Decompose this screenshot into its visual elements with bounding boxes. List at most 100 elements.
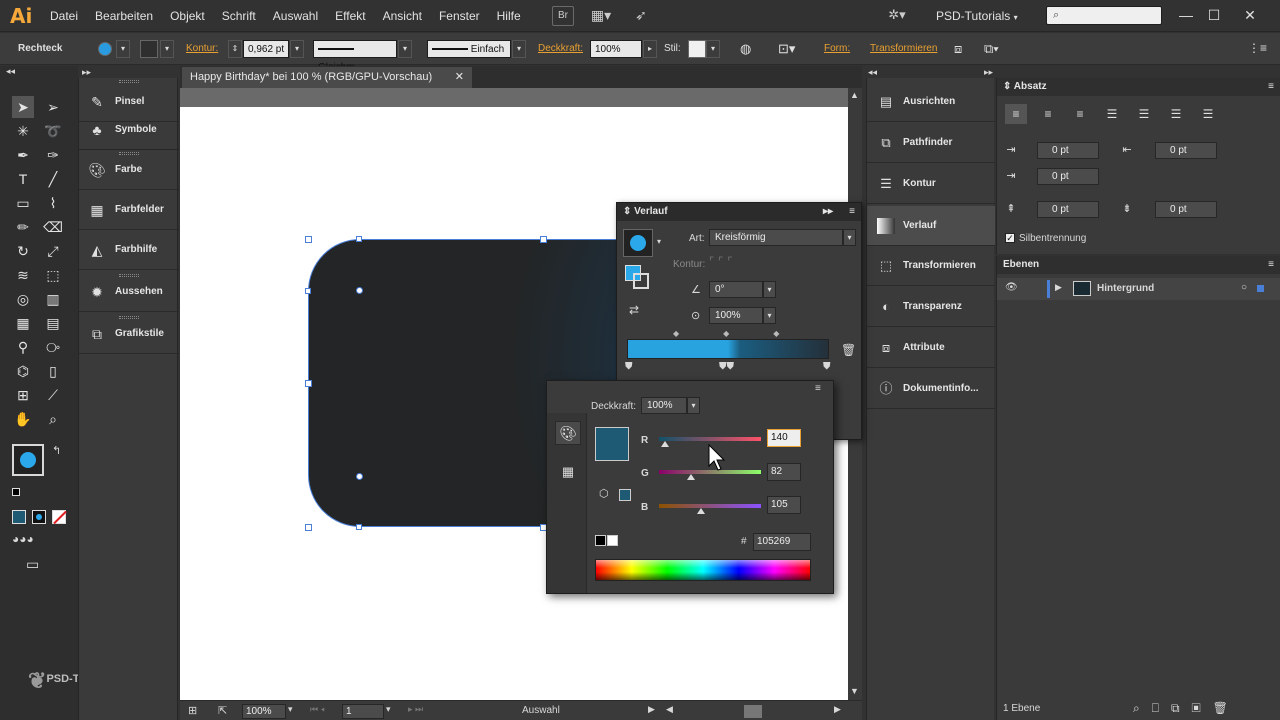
draw-modes-icon[interactable]: ◕◕◕ <box>12 532 34 546</box>
g-field[interactable]: 82 <box>767 463 801 481</box>
corner-widget[interactable] <box>356 287 363 294</box>
bridge-button[interactable]: Br <box>552 6 574 26</box>
none-mode-icon[interactable] <box>52 510 67 525</box>
out-of-gamut-icon[interactable]: ⬡ <box>599 487 609 500</box>
bbox-handle[interactable] <box>305 380 312 387</box>
new-layer-icon[interactable]: ▣ <box>1192 701 1213 715</box>
menu-hilfe[interactable]: Hilfe <box>497 9 521 23</box>
rectangle-tool-icon[interactable]: ▭ <box>12 192 34 214</box>
swap-colors-icon[interactable]: ↰ <box>52 444 61 457</box>
hand-tool-icon[interactable]: ✋ <box>12 408 34 430</box>
close-tab-icon[interactable]: ✕ <box>455 67 464 88</box>
horizontal-scroll-thumb[interactable] <box>744 705 762 718</box>
white-swatch[interactable] <box>607 535 618 546</box>
align-to-icon[interactable]: ⊡▾ <box>778 41 795 57</box>
stroke-dropdown[interactable]: ▾ <box>160 40 174 58</box>
sync-settings-icon[interactable]: ✲▾ <box>886 6 908 26</box>
close-icon[interactable]: ✕ <box>1240 5 1260 25</box>
direct-selection-tool-icon[interactable]: ➢ <box>42 96 64 118</box>
r-slider-thumb[interactable] <box>661 441 669 447</box>
pen-tool-icon[interactable]: ✒ <box>12 144 34 166</box>
rocket-icon[interactable]: ➶ <box>630 6 652 26</box>
column-graph-tool-icon[interactable]: ▯ <box>42 360 64 382</box>
angle-field[interactable]: 0° <box>709 281 763 298</box>
scroll-down-icon[interactable]: ▼ <box>850 686 859 696</box>
status-menu-icon[interactable]: ▶ <box>648 704 655 715</box>
panel-transparenz[interactable]: ◐ Transparenz <box>867 287 995 327</box>
r-slider[interactable] <box>659 437 761 441</box>
first-artboard-icon[interactable]: ⏮ ◂ <box>310 704 325 715</box>
anchor-point[interactable] <box>356 236 362 242</box>
panel-kontur[interactable]: ☰ Kontur <box>867 164 995 204</box>
eyedropper-tool-icon[interactable]: ⚲ <box>12 336 34 358</box>
expand-layer-icon[interactable]: ▶ <box>1055 282 1062 293</box>
collapse-right-dock-icon[interactable]: ◂◂ <box>868 67 877 78</box>
justify-right-icon[interactable]: ☰ <box>1165 104 1187 124</box>
stroke-weight-dropdown[interactable]: ▾ <box>290 40 304 58</box>
panel-symbole[interactable]: ♣ Symbole <box>79 110 179 150</box>
panel-ausrichten[interactable]: ▤ Ausrichten <box>867 82 995 122</box>
panel-menu-icon[interactable]: ≡ <box>849 203 855 221</box>
mesh-tool-icon[interactable]: ▦ <box>12 312 34 334</box>
zoom-field[interactable]: 100% <box>242 704 286 719</box>
panel-dokumentinfo[interactable]: ⓘ Dokumentinfo... <box>867 369 995 409</box>
rotate-tool-icon[interactable]: ↻ <box>12 240 34 262</box>
b-slider[interactable] <box>659 504 761 508</box>
align-center-icon[interactable]: ≡ <box>1037 104 1059 124</box>
indent-left-field[interactable]: 0 pt <box>1037 142 1099 159</box>
maximize-icon[interactable]: ☐ <box>1204 5 1224 25</box>
zoom-tool-icon[interactable]: ⌕ <box>42 408 64 430</box>
panel-attribute[interactable]: ⧈ Attribute <box>867 328 995 368</box>
symbol-sprayer-tool-icon[interactable]: ⌬ <box>12 360 34 382</box>
art-select[interactable]: Kreisförmig <box>709 229 843 246</box>
search-input[interactable]: ⌕ <box>1046 6 1162 25</box>
screen-mode-icon[interactable]: ▭ <box>26 556 39 573</box>
free-transform-tool-icon[interactable]: ⬚ <box>42 264 64 286</box>
verlauf-header[interactable]: ⇕ Verlauf ▸▸ ≡ <box>617 203 861 221</box>
perspective-grid-tool-icon[interactable]: ▥ <box>42 288 64 310</box>
color-mode-icon[interactable] <box>12 510 26 524</box>
document-tab[interactable]: Happy Birthday* bei 100 % (RGB/GPU-Vorsc… <box>182 67 472 88</box>
shape-builder-tool-icon[interactable]: ◎ <box>12 288 34 310</box>
black-swatch[interactable] <box>595 535 606 546</box>
recolor-icon[interactable]: ◍ <box>740 41 751 57</box>
lasso-tool-icon[interactable]: ➰ <box>42 120 64 142</box>
anchor-point[interactable] <box>305 288 311 294</box>
selection-tool-icon[interactable]: ➤ <box>12 96 34 118</box>
color-stop-icon[interactable]: ⛊ <box>625 361 633 372</box>
ebenen-header[interactable]: Ebenen ≡ <box>997 256 1280 274</box>
workspace-switcher[interactable]: PSD-Tutorials ▾ <box>936 9 1018 23</box>
panel-verlauf[interactable]: Verlauf <box>867 206 995 246</box>
opacity-field[interactable]: 100% <box>641 397 687 414</box>
bbox-handle[interactable] <box>540 236 547 243</box>
menu-effekt[interactable]: Effekt <box>335 9 365 23</box>
b-slider-thumb[interactable] <box>697 508 705 514</box>
panel-farbfelder[interactable]: ▦ Farbfelder <box>79 190 179 230</box>
line-tool-icon[interactable]: ╱ <box>42 168 64 190</box>
deckkraft-label[interactable]: Deckkraft: <box>538 43 583 54</box>
stroke-profile-dropdown[interactable]: ▾ <box>398 40 412 58</box>
arrange-icon[interactable]: ⧉▾ <box>984 41 999 57</box>
color-spectrum[interactable] <box>595 559 811 581</box>
width-tool-icon[interactable]: ≋ <box>12 264 34 286</box>
artboard-navigator-icon[interactable]: ⊞ <box>188 704 197 717</box>
g-slider-thumb[interactable] <box>687 474 695 480</box>
bbox-handle[interactable] <box>305 524 312 531</box>
visibility-eye-icon[interactable]: 👁︎ <box>1005 282 1018 293</box>
pencil-tool-icon[interactable]: ✏ <box>12 216 34 238</box>
indent-right-field[interactable]: 0 pt <box>1155 142 1217 159</box>
aspect-dropdown-icon[interactable]: ▾ <box>763 307 776 324</box>
panel-aussehen[interactable]: ✹ Aussehen <box>79 272 179 312</box>
isolate-icon[interactable]: ⧈ <box>954 41 962 57</box>
scroll-up-icon[interactable]: ▲ <box>850 90 859 100</box>
panel-farbhilfe[interactable]: ◭ Farbhilfe <box>79 230 179 270</box>
absatz-header[interactable]: ⇕ Absatz ≡ <box>997 78 1280 96</box>
menu-ansicht[interactable]: Ansicht <box>383 9 422 23</box>
panel-transformieren[interactable]: ⬚ Transformieren <box>867 246 995 286</box>
menu-objekt[interactable]: Objekt <box>170 9 205 23</box>
artboard-tool-icon[interactable]: ⊞ <box>12 384 34 406</box>
style-dropdown[interactable]: ▾ <box>706 40 720 58</box>
artboard-dropdown-icon[interactable]: ▾ <box>386 704 391 715</box>
first-line-indent-field[interactable]: 0 pt <box>1037 168 1099 185</box>
scroll-left-icon[interactable]: ◀ <box>666 704 673 715</box>
